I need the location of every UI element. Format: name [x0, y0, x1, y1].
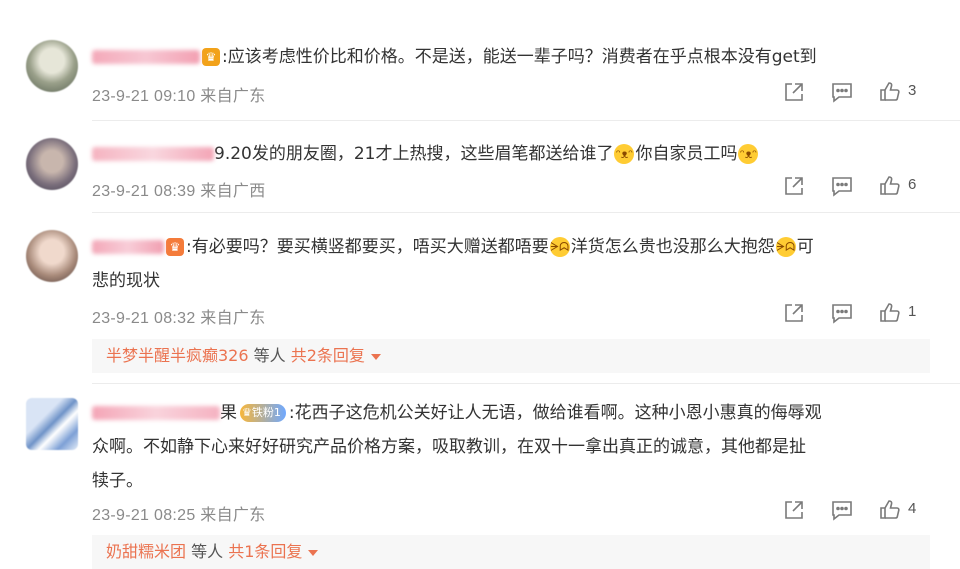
avatar[interactable] — [26, 230, 78, 282]
comment-1: ♛:应该考虑性价比和价格。不是送，能送一辈子吗？消费者在乎点根本没有get到 2… — [0, 0, 960, 115]
comment-icon[interactable] — [830, 80, 854, 104]
like-count: 4 — [908, 500, 917, 517]
comment-text: :应该考虑性价比和价格。不是送，能送一辈子吗？消费者在乎点根本没有get到 — [222, 47, 817, 67]
comment-text: :有必要吗？要买横竖都要买，唔买大赠送都唔要 — [186, 237, 549, 257]
comment-time: 23-9-21 08:39 — [92, 183, 196, 200]
reply-count-link[interactable]: 共1条回复 — [228, 542, 302, 561]
comment-actions: 1 — [782, 301, 932, 325]
avatar[interactable] — [26, 398, 78, 450]
comment-text-cont: 洋货怎么贵也没那么大抱怨 — [570, 237, 775, 257]
username-blurred[interactable] — [92, 240, 164, 254]
share-icon[interactable] — [782, 498, 806, 522]
comment-2: 9.20发的朋友圈，21才上热搜，这些眉笔都送给谁了 ᵔᴥᵔ 你自家员工吗 ᵔᴥᵔ 2… — [0, 120, 960, 220]
comment-text: :花西子这危机公关好让人无语，做给谁看啊。这种小恩小惠真的侮辱观 — [288, 403, 822, 423]
thumbs-up-icon[interactable] — [878, 498, 902, 522]
comment-meta: 23-9-21 08:32 来自广东 — [92, 304, 266, 328]
laugh-emoji-icon: ᗒᗣ — [775, 237, 796, 257]
comment-location: 来自广东 — [200, 88, 266, 105]
crown-badge-icon: ♛ — [242, 406, 252, 419]
comment-meta: 23-9-21 08:39 来自广西 — [92, 177, 266, 201]
thumbs-up-icon[interactable] — [878, 301, 902, 325]
reply-others-label: 等人 — [191, 542, 224, 561]
comment-location: 来自广东 — [200, 310, 266, 327]
comment-text: 9.20发的朋友圈，21才上热搜，这些眉笔都送给谁了 — [214, 144, 614, 164]
reply-count-link[interactable]: 共2条回复 — [291, 346, 365, 365]
comment-3: ♛:有必要吗？要买横竖都要买，唔买大赠送都唔要 ᗒᗣ洋货怎么贵也没那么大抱怨 ᗒᗣ可… — [0, 212, 960, 382]
reply-user-link[interactable]: 半梦半醒半疯癫326 — [106, 346, 249, 365]
fan-badge-label: 铁粉1 — [251, 406, 281, 419]
comment-4: 果 ♛铁粉1:花西子这危机公关好让人无语，做给谁看啊。这种小恩小惠真的侮辱观 众啊。… — [0, 383, 960, 569]
comment-location: 来自广东 — [200, 507, 266, 524]
comment-location: 来自广西 — [200, 183, 266, 200]
comment-actions: 6 — [782, 174, 932, 198]
reply-others-label: 等人 — [253, 346, 286, 365]
username-blurred[interactable] — [92, 147, 214, 161]
thumbs-up-icon[interactable] — [878, 80, 902, 104]
replies-summary[interactable]: 半梦半醒半疯癫326 等人 共2条回复 — [92, 339, 930, 373]
comment-text-cont: 悲的现状 — [92, 271, 160, 291]
reply-user-link[interactable]: 奶甜糯米团 — [106, 542, 186, 561]
comment-actions: 4 — [782, 498, 932, 522]
share-icon[interactable] — [782, 80, 806, 104]
thumbs-up-icon[interactable] — [878, 174, 902, 198]
comment-icon[interactable] — [830, 174, 854, 198]
comment-time: 23-9-21 08:25 — [92, 507, 196, 524]
crown-badge-icon: ♛ — [166, 238, 184, 256]
comment-time: 23-9-21 08:32 — [92, 310, 196, 327]
comment-meta: 23-9-21 09:10 来自广东 — [92, 82, 266, 106]
comment-icon[interactable] — [830, 301, 854, 325]
comment-meta: 23-9-21 08:25 来自广东 — [92, 501, 266, 525]
chevron-down-icon[interactable] — [308, 549, 319, 556]
comment-text-cont: 犊子。 — [92, 471, 143, 491]
cat-emoji-icon: ᵔᴥᵔ — [738, 144, 759, 164]
comment-actions: 3 — [782, 80, 932, 104]
username-blurred[interactable] — [92, 406, 220, 420]
comment-text-cont: 你自家员工吗 — [635, 144, 738, 164]
avatar[interactable] — [26, 40, 78, 92]
comment-text-cont: 众啊。不如静下心来好好研究产品价格方案，吸取教训，在双十一拿出真正的诚意，其他都… — [92, 437, 806, 457]
fan-badge: ♛铁粉1 — [240, 404, 286, 422]
comment-text-cont: 可 — [796, 237, 814, 257]
avatar[interactable] — [26, 138, 78, 190]
comment-icon[interactable] — [830, 498, 854, 522]
chevron-down-icon[interactable] — [370, 353, 381, 360]
comment-time: 23-9-21 09:10 — [92, 88, 196, 105]
share-icon[interactable] — [782, 174, 806, 198]
laugh-emoji-icon: ᗒᗣ — [549, 237, 570, 257]
share-icon[interactable] — [782, 301, 806, 325]
username-blurred[interactable] — [92, 50, 200, 64]
like-count: 3 — [908, 82, 917, 99]
like-count: 1 — [908, 303, 917, 320]
username-suffix[interactable]: 果 — [220, 403, 237, 423]
crown-badge-icon: ♛ — [202, 48, 220, 66]
like-count: 6 — [908, 176, 917, 193]
replies-summary[interactable]: 奶甜糯米团 等人 共1条回复 — [92, 535, 930, 569]
cat-emoji-icon: ᵔᴥᵔ — [614, 144, 635, 164]
